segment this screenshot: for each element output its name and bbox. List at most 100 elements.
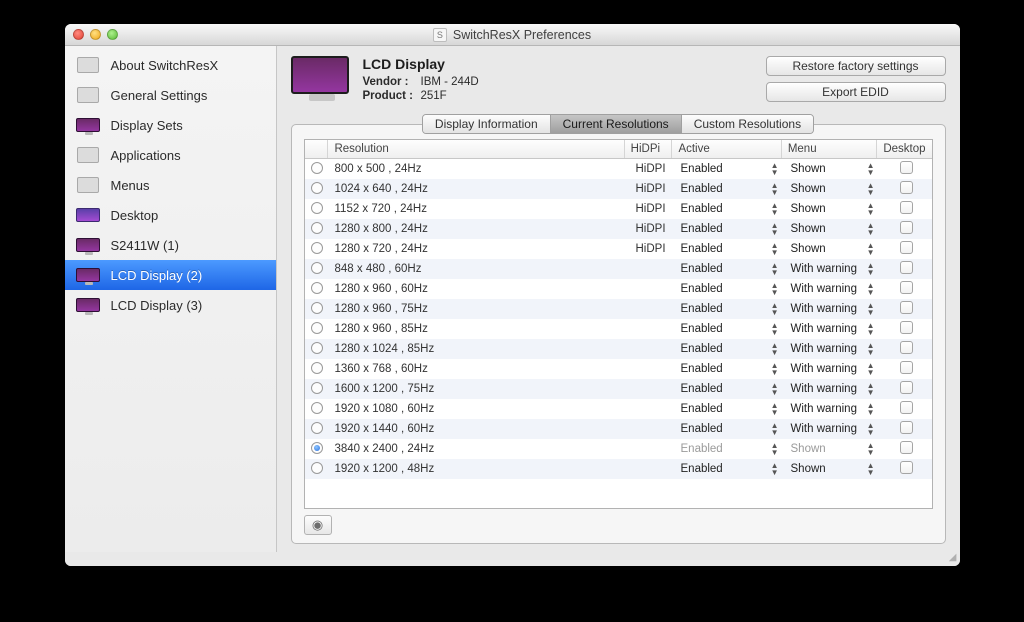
table-row[interactable]: 1920 x 1440 , 60HzEnabled▲▼With warning▲… xyxy=(305,419,932,439)
menu-popup[interactable]: Shown▲▼ xyxy=(791,222,875,236)
row-radio[interactable] xyxy=(311,362,323,374)
menu-popup[interactable]: With warning▲▼ xyxy=(791,322,875,336)
table-row[interactable]: 1152 x 720 , 24HzHiDPIEnabled▲▼Shown▲▼ xyxy=(305,199,932,219)
menu-popup[interactable]: Shown▲▼ xyxy=(791,462,875,476)
menu-popup[interactable]: Shown▲▼ xyxy=(791,442,875,456)
desktop-checkbox[interactable] xyxy=(900,461,913,474)
active-popup[interactable]: Enabled▲▼ xyxy=(681,302,779,316)
active-popup[interactable]: Enabled▲▼ xyxy=(681,242,779,256)
row-radio[interactable] xyxy=(311,402,323,414)
row-radio[interactable] xyxy=(311,182,323,194)
menu-popup[interactable]: With warning▲▼ xyxy=(791,422,875,436)
table-row[interactable]: 3840 x 2400 , 24HzEnabled▲▼Shown▲▼ xyxy=(305,439,932,459)
sidebar-item[interactable]: LCD Display (2) xyxy=(65,260,276,290)
sidebar-item[interactable]: S2411W (1) xyxy=(65,230,276,260)
menu-popup[interactable]: Shown▲▼ xyxy=(791,202,875,216)
col-menu[interactable]: Menu xyxy=(782,140,877,158)
row-radio[interactable] xyxy=(311,242,323,254)
sidebar-item[interactable]: About SwitchResX xyxy=(65,50,276,80)
desktop-checkbox[interactable] xyxy=(900,301,913,314)
desktop-checkbox[interactable] xyxy=(900,381,913,394)
tab[interactable]: Current Resolutions xyxy=(551,115,682,133)
desktop-checkbox[interactable] xyxy=(900,361,913,374)
menu-popup[interactable]: Shown▲▼ xyxy=(791,182,875,196)
restore-factory-button[interactable]: Restore factory settings xyxy=(766,56,946,76)
table-row[interactable]: 1280 x 800 , 24HzHiDPIEnabled▲▼Shown▲▼ xyxy=(305,219,932,239)
tab[interactable]: Display Information xyxy=(423,115,551,133)
desktop-checkbox[interactable] xyxy=(900,341,913,354)
menu-popup[interactable]: With warning▲▼ xyxy=(791,302,875,316)
table-row[interactable]: 1920 x 1080 , 60HzEnabled▲▼With warning▲… xyxy=(305,399,932,419)
sidebar-item[interactable]: Applications xyxy=(65,140,276,170)
sidebar-item[interactable]: Menus xyxy=(65,170,276,200)
active-popup[interactable]: Enabled▲▼ xyxy=(681,202,779,216)
desktop-checkbox[interactable] xyxy=(900,441,913,454)
menu-popup[interactable]: With warning▲▼ xyxy=(791,262,875,276)
desktop-checkbox[interactable] xyxy=(900,261,913,274)
active-popup[interactable]: Enabled▲▼ xyxy=(681,402,779,416)
sidebar-item[interactable]: General Settings xyxy=(65,80,276,110)
row-radio[interactable] xyxy=(311,262,323,274)
row-radio[interactable] xyxy=(311,322,323,334)
row-radio[interactable] xyxy=(311,442,323,454)
desktop-checkbox[interactable] xyxy=(900,181,913,194)
col-desktop[interactable]: Desktop xyxy=(877,140,931,158)
row-radio[interactable] xyxy=(311,222,323,234)
table-row[interactable]: 800 x 500 , 24HzHiDPIEnabled▲▼Shown▲▼ xyxy=(305,159,932,179)
table-row[interactable]: 1280 x 720 , 24HzHiDPIEnabled▲▼Shown▲▼ xyxy=(305,239,932,259)
menu-popup[interactable]: With warning▲▼ xyxy=(791,382,875,396)
row-radio[interactable] xyxy=(311,162,323,174)
col-active[interactable]: Active xyxy=(672,140,781,158)
table-row[interactable]: 1280 x 1024 , 85HzEnabled▲▼With warning▲… xyxy=(305,339,932,359)
table-row[interactable]: 1280 x 960 , 85HzEnabled▲▼With warning▲▼ xyxy=(305,319,932,339)
row-radio[interactable] xyxy=(311,282,323,294)
table-row[interactable]: 1024 x 640 , 24HzHiDPIEnabled▲▼Shown▲▼ xyxy=(305,179,932,199)
row-radio[interactable] xyxy=(311,342,323,354)
desktop-checkbox[interactable] xyxy=(900,161,913,174)
row-radio[interactable] xyxy=(311,202,323,214)
table-row[interactable]: 1280 x 960 , 75HzEnabled▲▼With warning▲▼ xyxy=(305,299,932,319)
col-resolution[interactable]: Resolution xyxy=(328,140,624,158)
active-popup[interactable]: Enabled▲▼ xyxy=(681,182,779,196)
sidebar-item[interactable]: Display Sets xyxy=(65,110,276,140)
active-popup[interactable]: Enabled▲▼ xyxy=(681,462,779,476)
desktop-checkbox[interactable] xyxy=(900,401,913,414)
table-row[interactable]: 1600 x 1200 , 75HzEnabled▲▼With warning▲… xyxy=(305,379,932,399)
row-radio[interactable] xyxy=(311,462,323,474)
row-radio[interactable] xyxy=(311,382,323,394)
active-popup[interactable]: Enabled▲▼ xyxy=(681,282,779,296)
active-popup[interactable]: Enabled▲▼ xyxy=(681,382,779,396)
active-popup[interactable]: Enabled▲▼ xyxy=(681,322,779,336)
export-edid-button[interactable]: Export EDID xyxy=(766,82,946,102)
active-popup[interactable]: Enabled▲▼ xyxy=(681,222,779,236)
active-popup[interactable]: Enabled▲▼ xyxy=(681,262,779,276)
desktop-checkbox[interactable] xyxy=(900,201,913,214)
sidebar-item[interactable]: LCD Display (3) xyxy=(65,290,276,320)
menu-popup[interactable]: With warning▲▼ xyxy=(791,362,875,376)
menu-popup[interactable]: Shown▲▼ xyxy=(791,242,875,256)
col-hidpi[interactable]: HiDPi xyxy=(625,140,673,158)
table-row[interactable]: 1280 x 960 , 60HzEnabled▲▼With warning▲▼ xyxy=(305,279,932,299)
table-row[interactable]: 1920 x 1200 , 48HzEnabled▲▼Shown▲▼ xyxy=(305,459,932,479)
quicklook-button[interactable]: ◉ xyxy=(304,515,332,535)
menu-popup[interactable]: With warning▲▼ xyxy=(791,402,875,416)
desktop-checkbox[interactable] xyxy=(900,321,913,334)
active-popup[interactable]: Enabled▲▼ xyxy=(681,342,779,356)
desktop-checkbox[interactable] xyxy=(900,421,913,434)
table-row[interactable]: 1360 x 768 , 60HzEnabled▲▼With warning▲▼ xyxy=(305,359,932,379)
resize-handle-icon[interactable]: ◢ xyxy=(65,552,960,566)
active-popup[interactable]: Enabled▲▼ xyxy=(681,362,779,376)
active-popup[interactable]: Enabled▲▼ xyxy=(681,442,779,456)
menu-popup[interactable]: With warning▲▼ xyxy=(791,342,875,356)
row-radio[interactable] xyxy=(311,302,323,314)
table-row[interactable]: 848 x 480 , 60HzEnabled▲▼With warning▲▼ xyxy=(305,259,932,279)
active-popup[interactable]: Enabled▲▼ xyxy=(681,162,779,176)
desktop-checkbox[interactable] xyxy=(900,281,913,294)
active-popup[interactable]: Enabled▲▼ xyxy=(681,422,779,436)
menu-popup[interactable]: Shown▲▼ xyxy=(791,162,875,176)
row-radio[interactable] xyxy=(311,422,323,434)
menu-popup[interactable]: With warning▲▼ xyxy=(791,282,875,296)
desktop-checkbox[interactable] xyxy=(900,241,913,254)
desktop-checkbox[interactable] xyxy=(900,221,913,234)
sidebar-item[interactable]: Desktop xyxy=(65,200,276,230)
